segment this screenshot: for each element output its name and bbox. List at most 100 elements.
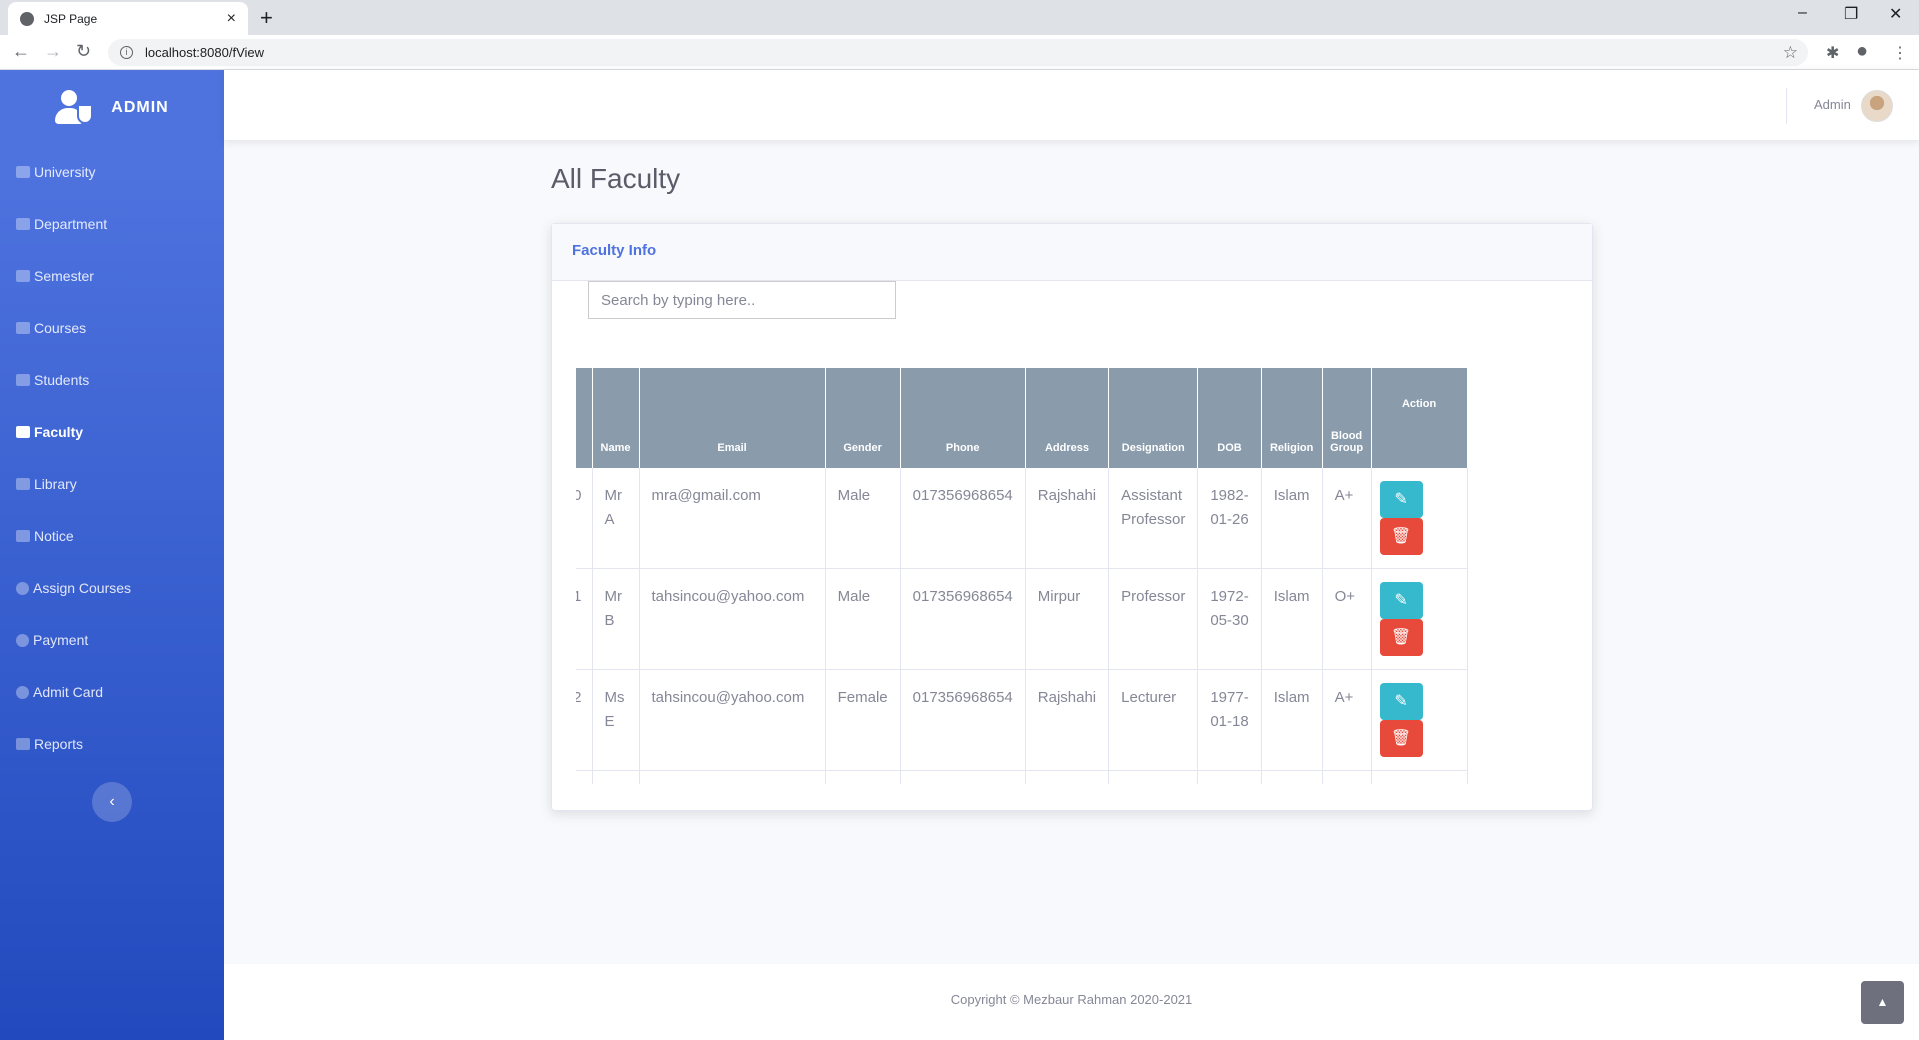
info-icon[interactable]: i (120, 46, 133, 59)
edit-button[interactable]: ✎ (1379, 481, 1423, 518)
table-cell: Ms E (592, 669, 640, 771)
column-header[interactable]: Designation (1108, 368, 1199, 468)
sidebar-item-faculty[interactable]: Faculty (0, 406, 224, 458)
column-header[interactable]: Gender (825, 368, 901, 468)
column-header[interactable]: Email (639, 368, 826, 468)
university-icon (16, 166, 30, 178)
column-header[interactable]: Blood Group (1322, 368, 1372, 468)
sidebar-item-label: Students (34, 372, 90, 388)
table-cell: 017356968654 (900, 770, 1026, 784)
table-cell: A+ (1322, 669, 1372, 771)
edit-button[interactable]: ✎ (1379, 683, 1423, 720)
faculty-table: Name Email Gender Phone Address Designation DO… (576, 368, 1468, 784)
new-tab-icon[interactable]: + (260, 5, 273, 31)
sidebar-item-label: Faculty (34, 424, 84, 440)
globe-icon (20, 11, 34, 26)
brand-text: ADMIN (111, 99, 169, 116)
delete-button[interactable]: 🗑 (1379, 518, 1423, 555)
table-cell: Islam (1261, 669, 1323, 771)
table-cell: 1977-01-18 (1197, 669, 1262, 771)
browser-tab-bar: JSP Page × + – ❐ ✕ (0, 0, 1919, 35)
sidebar-toggle-button[interactable]: ‹ (92, 782, 132, 822)
tab-close-icon[interactable]: × (227, 10, 236, 28)
table-cell: mra@gmail.com (639, 468, 826, 569)
sidebar-item-university[interactable]: University (0, 146, 224, 198)
column-header[interactable]: Name (592, 368, 640, 468)
table-cell: 1 (576, 568, 593, 670)
table-icon (16, 270, 30, 282)
sidebar-item-label: Assign Courses (33, 580, 132, 596)
card-title: Faculty Info (552, 224, 1592, 281)
column-header[interactable]: Address (1025, 368, 1110, 468)
table-cell: 0 (576, 468, 593, 569)
sidebar-item-semester[interactable]: Semester (0, 250, 224, 302)
edit-button[interactable]: ✎ (1379, 582, 1423, 619)
extensions-icon[interactable]: ✱ (1826, 43, 1839, 63)
table-row: 2 Ms Etahsincou@yahoo.com Female 0173569686… (576, 669, 1468, 771)
table-cell: Rajshahi (1025, 669, 1110, 771)
table-cell: O+ (1322, 568, 1372, 670)
avatar[interactable] (1861, 90, 1893, 122)
sidebar-item-courses[interactable]: Courses (0, 302, 224, 354)
column-header[interactable]: Action (1371, 368, 1468, 468)
sidebar-item-label: Admit Card (33, 684, 104, 700)
table-row: 1 Mr Btahsincou@yahoo.com Male 017356968654… (576, 568, 1468, 670)
url-text: localhost:8080/fView (145, 45, 265, 60)
sidebar-item-notice[interactable]: Notice (0, 510, 224, 562)
sidebar-item-label: Department (34, 216, 108, 232)
file-icon (16, 738, 30, 750)
sidebar-item-reports[interactable]: Reports (0, 718, 224, 770)
action-cell: ✎🗑 (1371, 770, 1468, 784)
reload-icon[interactable]: ↻ (76, 41, 91, 62)
sidebar-item-department[interactable]: Department (0, 198, 224, 250)
circle-icon (16, 633, 29, 647)
table-cell: Kafrul (1025, 770, 1110, 784)
browser-tab[interactable]: JSP Page × (8, 2, 248, 35)
page-title: All Faculty (551, 163, 681, 194)
book-icon (16, 478, 30, 490)
user-name[interactable]: Admin (1814, 97, 1851, 112)
table-cell: Assistant Professor (1108, 468, 1199, 569)
bookmark-star-icon[interactable]: ☆ (1783, 43, 1798, 63)
minimize-icon[interactable]: – (1798, 4, 1807, 22)
circle-icon (16, 581, 29, 595)
sidebar-item-library[interactable]: Library (0, 458, 224, 510)
table-cell: Rajshahi (1025, 468, 1110, 569)
table-cell: 2 (576, 669, 593, 771)
profile-icon[interactable]: ● (1856, 40, 1868, 63)
scroll-to-top-button[interactable]: ▲ (1861, 981, 1904, 1024)
column-header[interactable] (576, 368, 593, 468)
sidebar-item-payment[interactable]: Payment (0, 614, 224, 666)
sidebar-item-label: Library (34, 476, 77, 492)
back-arrow-icon[interactable]: ← (12, 41, 30, 62)
table-cell: Mirpur (1025, 568, 1110, 670)
delete-button[interactable]: 🗑 (1379, 619, 1423, 656)
column-header[interactable]: DOB (1197, 368, 1262, 468)
table-row: 3Mr Dresourcecin@gmail.comMale0173569686… (576, 770, 1468, 784)
table-cell: 017356968654 (900, 568, 1026, 670)
url-field[interactable]: i localhost:8080/fView ☆ (108, 39, 1808, 66)
sidebar-item-admit-card[interactable]: Admit Card (0, 666, 224, 718)
table-cell: Mr A (592, 468, 640, 569)
browser-address-bar: ← → ↻ i localhost:8080/fView ☆ (0, 35, 1919, 70)
table-cell: Mr D (592, 770, 640, 784)
table-cell: Mr B (592, 568, 640, 670)
menu-dots-icon[interactable]: ⋮ (1892, 43, 1908, 63)
search-input[interactable] (588, 281, 896, 319)
sidebar-brand[interactable]: ADMIN (0, 70, 224, 146)
restore-icon[interactable]: ❐ (1844, 4, 1858, 24)
column-header[interactable]: Religion (1261, 368, 1323, 468)
table-cell: 017356968654 (900, 468, 1026, 569)
close-window-icon[interactable]: ✕ (1889, 4, 1902, 24)
table-cell: tahsincou@yahoo.com (639, 669, 826, 771)
sidebar-item-label: Notice (34, 528, 74, 544)
forward-arrow-icon[interactable]: → (44, 41, 62, 62)
delete-button[interactable]: 🗑 (1379, 720, 1423, 757)
action-cell: ✎🗑 (1371, 568, 1468, 670)
sidebar-item-students[interactable]: Students (0, 354, 224, 406)
column-header[interactable]: Phone (900, 368, 1026, 468)
table-cell: resourcecin@gmail.com (639, 770, 826, 784)
table-cell: Male (825, 568, 901, 670)
sidebar-item-assign-courses[interactable]: Assign Courses (0, 562, 224, 614)
table-cell: A+ (1322, 770, 1372, 784)
